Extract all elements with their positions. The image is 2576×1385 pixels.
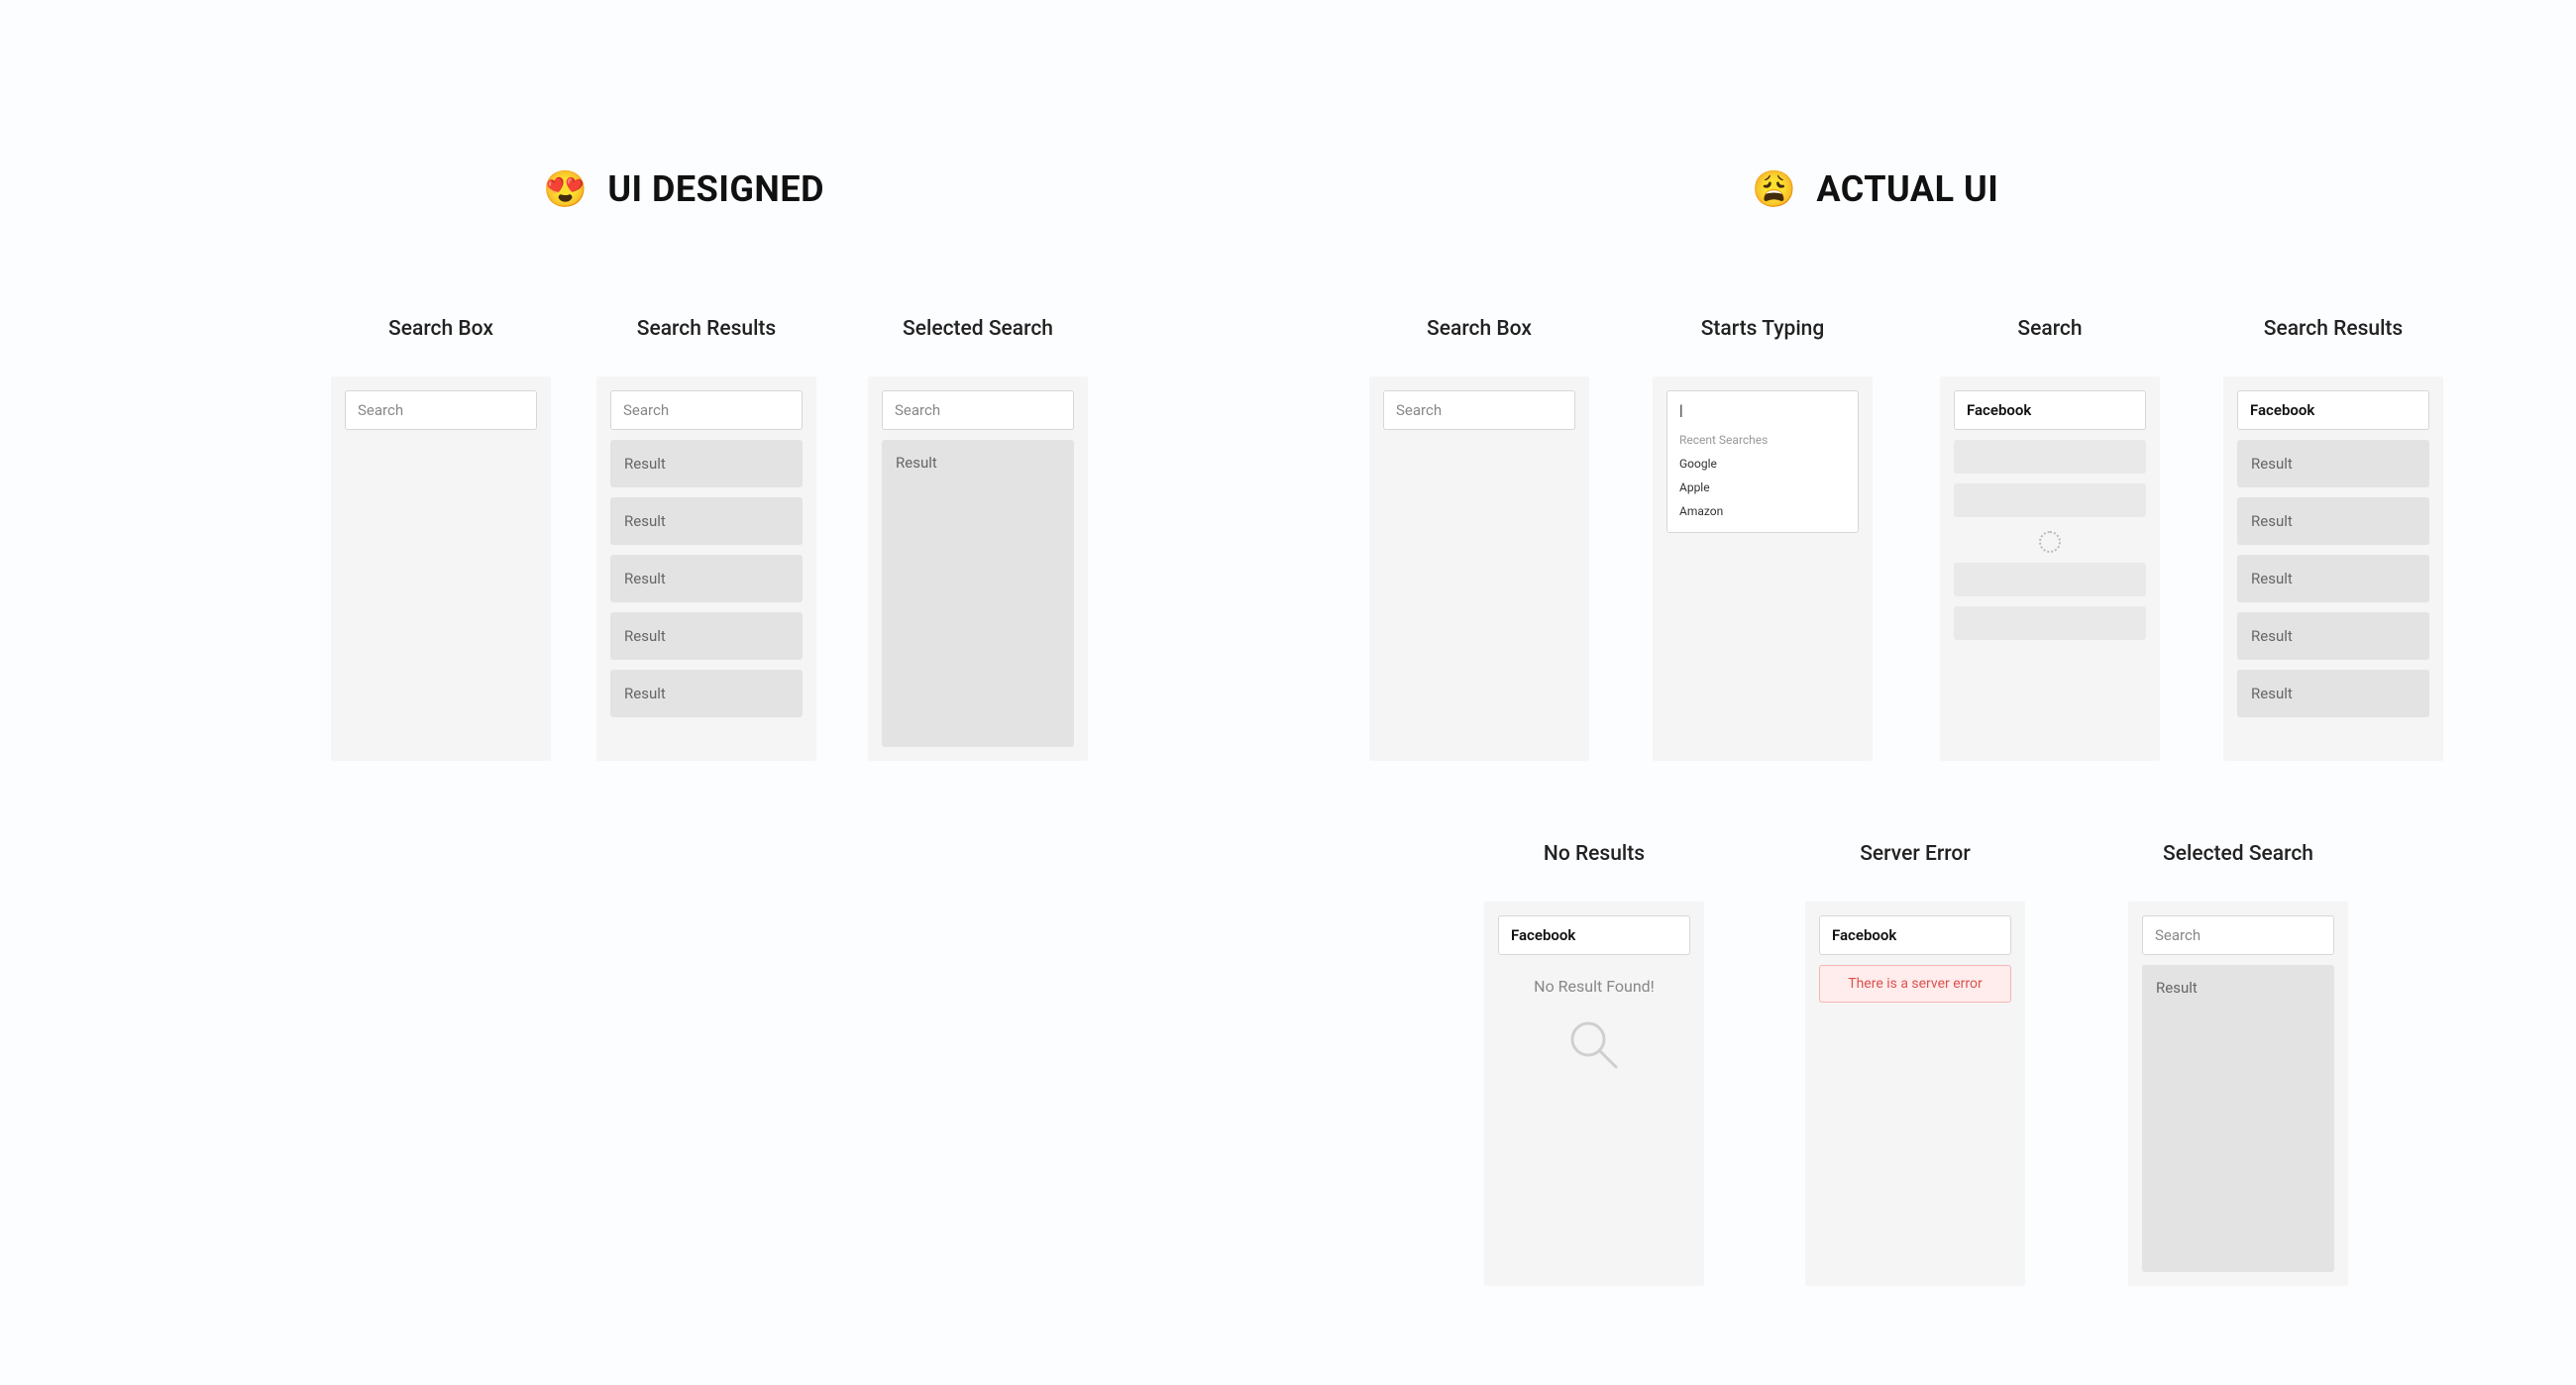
- actual-no-results-column: No Results Facebook No Result Found!: [1484, 842, 1704, 1286]
- no-result-message: No Result Found!: [1498, 977, 1690, 996]
- search-input-caret[interactable]: |: [1679, 401, 1846, 419]
- search-dropdown[interactable]: | Recent Searches Google Apple Amazon: [1666, 390, 1859, 533]
- recent-search-option[interactable]: Apple: [1679, 479, 1846, 496]
- actual-server-error-column: Server Error Facebook There is a server …: [1805, 842, 2025, 1286]
- result-item[interactable]: Result: [610, 497, 803, 545]
- result-item[interactable]: Result: [610, 670, 803, 717]
- designed-selected-search-column: Selected Search Search Result: [868, 317, 1088, 761]
- weary-emoji-icon: 😩: [1752, 168, 1796, 210]
- result-item[interactable]: Result: [2237, 670, 2429, 717]
- skeleton-row: [1954, 440, 2146, 474]
- search-input[interactable]: Facebook: [1954, 390, 2146, 430]
- actual-section-title: 😩 ACTUAL UI: [1752, 168, 1998, 210]
- card-label: Search: [2017, 317, 2082, 341]
- skeleton-row: [1954, 563, 2146, 596]
- recent-searches-heading: Recent Searches: [1679, 433, 1846, 447]
- actual-search-loading-column: Search Facebook: [1940, 317, 2160, 761]
- designed-section-title: 😍 UI DESIGNED: [543, 168, 824, 210]
- mock-screen: Facebook: [1940, 376, 2160, 761]
- designed-search-box-column: Search Box Search: [331, 317, 551, 761]
- result-item[interactable]: Result: [2237, 612, 2429, 660]
- mock-screen: Search Result: [2128, 902, 2348, 1286]
- skeleton-row: [1954, 483, 2146, 517]
- result-item[interactable]: Result: [2237, 440, 2429, 487]
- search-input[interactable]: Facebook: [1498, 915, 1690, 955]
- card-label: Selected Search: [2163, 842, 2313, 866]
- designed-search-results-column: Search Results Search Result Result Resu…: [596, 317, 816, 761]
- mock-screen: Facebook No Result Found!: [1484, 902, 1704, 1286]
- actual-search-results-column: Search Results Facebook Result Result Re…: [2223, 317, 2443, 761]
- recent-search-option[interactable]: Google: [1679, 455, 1846, 473]
- selected-result[interactable]: Result: [882, 440, 1074, 747]
- mock-screen: Facebook There is a server error: [1805, 902, 2025, 1286]
- search-input[interactable]: Search: [882, 390, 1074, 430]
- card-label: Selected Search: [903, 317, 1053, 341]
- actual-starts-typing-column: Starts Typing | Recent Searches Google A…: [1653, 317, 1873, 761]
- magnifier-icon: [1564, 1015, 1624, 1075]
- selected-result[interactable]: Result: [2142, 965, 2334, 1272]
- result-item[interactable]: Result: [610, 555, 803, 602]
- card-label: Search Results: [2264, 317, 2403, 341]
- skeleton-row: [1954, 606, 2146, 640]
- recent-search-option[interactable]: Amazon: [1679, 502, 1846, 520]
- search-input[interactable]: Search: [1383, 390, 1575, 430]
- search-input[interactable]: Search: [610, 390, 803, 430]
- search-input[interactable]: Facebook: [1819, 915, 2011, 955]
- mock-screen: | Recent Searches Google Apple Amazon: [1653, 376, 1873, 761]
- actual-search-box-column: Search Box Search: [1369, 317, 1589, 761]
- search-input[interactable]: Facebook: [2237, 390, 2429, 430]
- card-label: Search Box: [1427, 317, 1532, 341]
- mock-screen: Search: [331, 376, 551, 761]
- server-error-message: There is a server error: [1819, 965, 2011, 1003]
- mock-screen: Search Result Result Result Result Resul…: [596, 376, 816, 761]
- heart-eyes-emoji-icon: 😍: [543, 168, 588, 210]
- loading-spinner-icon: [2039, 531, 2061, 553]
- result-item[interactable]: Result: [2237, 555, 2429, 602]
- search-input[interactable]: Search: [345, 390, 537, 430]
- card-label: Starts Typing: [1701, 317, 1825, 341]
- card-label: Search Box: [388, 317, 493, 341]
- result-item[interactable]: Result: [610, 440, 803, 487]
- designed-title-text: UI DESIGNED: [607, 168, 824, 210]
- card-label: Server Error: [1860, 842, 1971, 866]
- result-item[interactable]: Result: [610, 612, 803, 660]
- mock-screen: Search Result: [868, 376, 1088, 761]
- card-label: No Results: [1544, 842, 1645, 866]
- actual-title-text: ACTUAL UI: [1816, 168, 1998, 210]
- card-label: Search Results: [637, 317, 776, 341]
- result-item[interactable]: Result: [2237, 497, 2429, 545]
- actual-selected-search-column: Selected Search Search Result: [2128, 842, 2348, 1286]
- search-input[interactable]: Search: [2142, 915, 2334, 955]
- mock-screen: Facebook Result Result Result Result Res…: [2223, 376, 2443, 761]
- mock-screen: Search: [1369, 376, 1589, 761]
